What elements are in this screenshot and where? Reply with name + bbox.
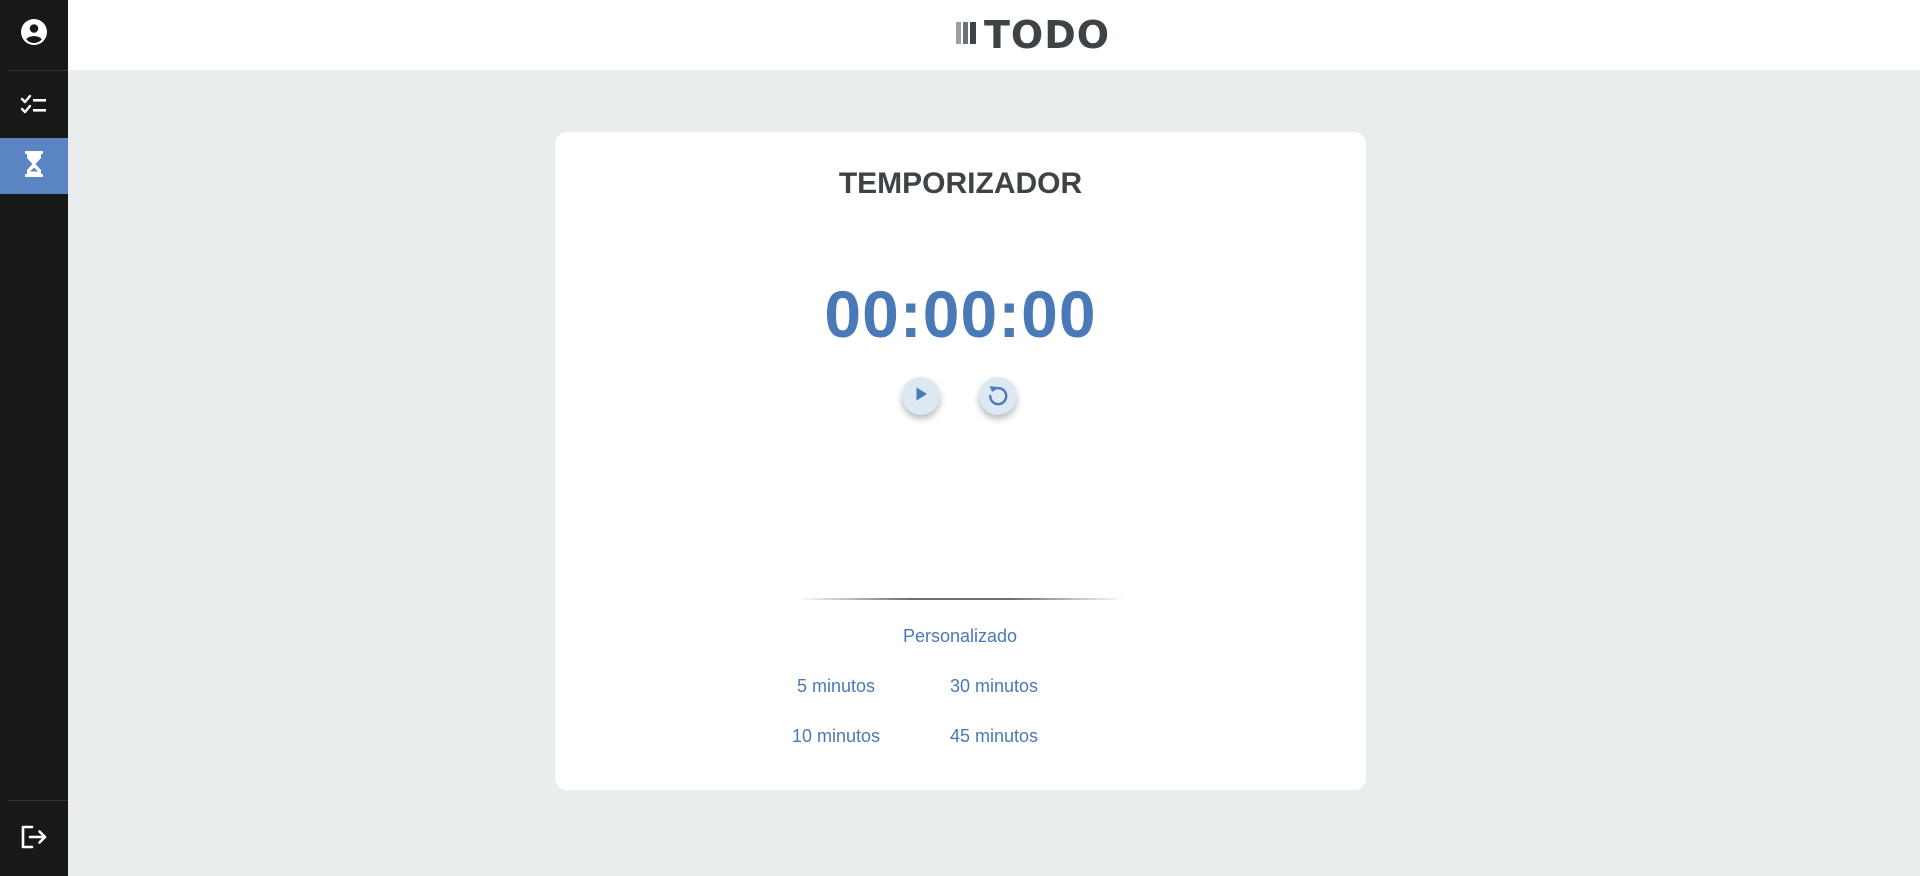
sidebar-item-profile[interactable] xyxy=(0,6,68,62)
top-header: TODO xyxy=(68,0,1920,70)
preset-30-minutes[interactable]: 30 minutos xyxy=(924,675,1064,697)
sidebar xyxy=(0,0,68,876)
logo-text: TODO xyxy=(984,13,1111,57)
user-circle-icon xyxy=(20,18,48,51)
reset-button[interactable] xyxy=(979,377,1017,415)
sidebar-divider xyxy=(8,70,68,71)
page-title: TEMPORIZADOR xyxy=(838,167,1083,200)
checklist-icon xyxy=(20,93,48,122)
presets-divider xyxy=(797,598,1125,600)
app-logo: TODO xyxy=(956,13,1110,57)
logout-button[interactable] xyxy=(0,811,68,867)
custom-time-link[interactable]: Personalizado xyxy=(860,625,1060,647)
timer-card: TEMPORIZADOR 00:00:00 Personalizado 5 mi… xyxy=(555,132,1366,790)
preset-5-minutes[interactable]: 5 minutos xyxy=(781,675,891,697)
reset-icon xyxy=(986,382,1010,411)
sidebar-item-tasks[interactable] xyxy=(0,79,68,135)
logout-icon xyxy=(20,824,48,855)
play-button[interactable] xyxy=(902,377,940,415)
sidebar-item-timer[interactable] xyxy=(0,138,68,194)
hourglass-icon xyxy=(24,150,44,183)
sidebar-divider-bottom xyxy=(8,800,68,801)
preset-45-minutes[interactable]: 45 minutos xyxy=(924,725,1064,747)
barcode-logo-icon xyxy=(956,21,978,50)
play-icon xyxy=(913,386,929,407)
timer-display: 00:00:00 xyxy=(824,277,1097,351)
preset-10-minutes[interactable]: 10 minutos xyxy=(776,725,896,747)
